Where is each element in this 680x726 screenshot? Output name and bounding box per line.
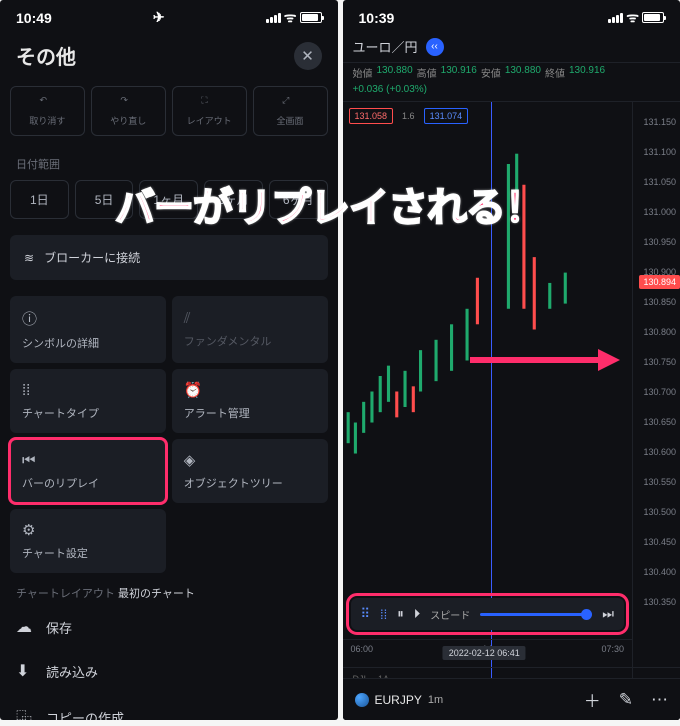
y-tick: 130.750 [643,357,676,367]
status-time: 10:49 [16,10,52,26]
y-tick: 130.550 [643,477,676,487]
step-forward-button[interactable]: ⏵ [414,606,421,622]
symbol-details-tile-icon: ⓘ [22,308,154,329]
y-tick: 130.700 [643,387,676,397]
symbol-selector[interactable]: EURJPY 1m [355,693,444,707]
undo-button[interactable]: ↶取り消す [10,86,85,136]
y-tick: 130.500 [643,507,676,517]
arrow-icon [470,345,620,375]
y-tick: 131.100 [643,147,676,157]
load-item[interactable]: ⬇読み込み [0,649,338,693]
redo-button[interactable]: ↷やり直し [91,86,166,136]
alert-manage-tile-icon: ⏰ [184,381,316,399]
connect-broker-row[interactable]: ≋ ブローカーに接続 [10,235,328,280]
fundamentals-tile[interactable]: ⫽ファンダメンタル [172,296,328,363]
y-tick: 130.850 [643,297,676,307]
wifi-icon: ᯤ [284,8,297,27]
y-tick: 130.450 [643,537,676,547]
fullscreen-button-icon: ⤢ [282,95,298,111]
y-tick: 130.800 [643,327,676,337]
y-tick: 130.400 [643,567,676,577]
draw-button[interactable]: ✎ [619,690,633,710]
symbol-dot-icon [355,693,369,707]
object-tree-tile-icon: ◈ [184,451,316,469]
annotation-text: バーがリプレイされる！ [115,175,660,233]
time-badge: 2022-02-12 06:41 [443,646,526,660]
replay-candle-button[interactable]: ⁞⁞ [380,607,387,622]
y-tick: 131.150 [643,117,676,127]
y-tick: 130.950 [643,237,676,247]
speed-label: スピード [430,607,470,622]
signal-icon [266,13,281,23]
layout-section-label: チャートレイアウト 最初のチャート [0,573,338,605]
fundamentals-tile-icon: ⫽ [184,310,316,327]
symbol-pair[interactable]: ユーロ／円 [353,37,418,56]
object-tree-tile[interactable]: ◈オブジェクトツリー [172,439,328,503]
wifi-icon: ᯤ [626,8,639,27]
bar-replay-tile[interactable]: ⏮バーのリプレイ [10,439,166,503]
chart-settings-tile-icon: ⚙ [22,521,154,539]
add-button[interactable]: ＋ [584,687,601,712]
status-time: 10:39 [359,10,395,26]
battery-icon [642,12,664,23]
copy-item-icon: ⿻ [16,705,34,720]
save-item-icon: ☁ [16,617,34,637]
save-item[interactable]: ☁保存 [0,605,338,649]
redo-button-icon: ↷ [120,95,136,111]
pause-button[interactable]: ⏸ [397,606,404,622]
status-bar: 10:49 ✈ ᯤ [0,0,338,31]
chart-type-tile-icon: ⁞⁞ [22,382,154,399]
more-button[interactable]: ⋯ [651,690,668,710]
symbol-details-tile[interactable]: ⓘシンボルの詳細 [10,296,166,363]
x-tick: 07:30 [601,644,624,654]
page-title: その他 [16,41,76,70]
chart-type-tile[interactable]: ⁞⁞チャートタイプ [10,369,166,433]
battery-icon [300,12,322,23]
chart-settings-tile[interactable]: ⚙チャート設定 [10,509,166,573]
back-button[interactable]: ‹‹ [426,38,444,56]
alert-manage-tile[interactable]: ⏰アラート管理 [172,369,328,433]
close-button[interactable]: ✕ [294,42,322,70]
settings-screen: 10:49 ✈ ᯤ その他 ✕ ↶取り消す↷やり直し⛶レイアウト⤢全画面 日付範… [0,0,338,720]
layout-button-icon: ⛶ [201,95,217,111]
bottom-toolbar: EURJPY 1m ＋ ✎ ⋯ [343,678,680,720]
speed-slider[interactable] [480,613,592,616]
broker-icon: ≋ [24,251,34,265]
layout-button[interactable]: ⛶レイアウト [172,86,247,136]
signal-icon [608,13,623,23]
x-tick: 06:00 [351,644,374,654]
load-item-icon: ⬇ [16,661,34,681]
bar-replay-tile-icon: ⏮ [22,452,154,469]
y-tick: 130.650 [643,417,676,427]
y-tick: 130.350 [643,597,676,607]
replay-handle-icon[interactable]: ⠿ [361,606,371,622]
ohlc-row: 始値130.880 高値130.916 安値130.880 終値130.916 … [343,63,680,102]
current-price-tag: 130.894 [639,275,680,289]
undo-button-icon: ↶ [39,95,55,111]
replay-control-bar: ⠿ ⁞⁞ ⏸ ⏵ スピード ⏭ [351,598,625,630]
copy-item[interactable]: ⿻コピーの作成 [0,693,338,720]
skip-end-button[interactable]: ⏭ [602,606,614,622]
date-range-button[interactable]: 1日 [10,180,69,219]
fullscreen-button[interactable]: ⤢全画面 [253,86,328,136]
y-tick: 130.600 [643,447,676,457]
status-bar: 10:39 ᯤ [343,0,680,31]
